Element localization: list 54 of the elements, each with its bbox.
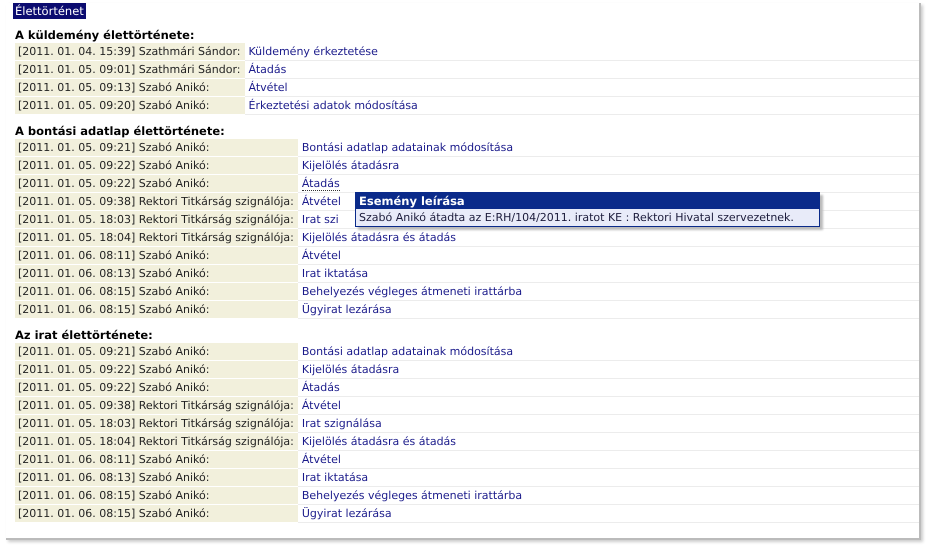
event-stamp: [2011. 01. 05. 09:13] Szabó Anikó: bbox=[15, 78, 245, 96]
event-stamp: [2011. 01. 05. 18:04] Rektori Titkárság szignálója: bbox=[15, 228, 298, 246]
event-link[interactable]: Kijelölés átadásra bbox=[302, 159, 400, 172]
event-link[interactable]: Átadás bbox=[302, 381, 340, 394]
event-link[interactable]: Irat iktatása bbox=[302, 267, 368, 280]
event-stamp: [2011. 01. 05. 09:22] Szabó Anikó: bbox=[15, 156, 298, 174]
event-link[interactable]: Ügyirat lezárása bbox=[302, 507, 392, 520]
event-stamp: [2011. 01. 05. 09:20] Szabó Anikó: bbox=[15, 96, 245, 114]
event-link[interactable]: Kijelölés átadásra bbox=[302, 363, 400, 376]
event-link[interactable]: Bontási adatlap adatainak módosítása bbox=[302, 141, 514, 154]
event-stamp: [2011. 01. 05. 09:01] Szathmári Sándor: bbox=[15, 60, 245, 78]
event-stamp: [2011. 01. 05. 09:22] Szabó Anikó: bbox=[15, 360, 298, 378]
event-link[interactable]: Irat szi bbox=[302, 213, 339, 226]
event-stamp: [2011. 01. 05. 09:22] Szabó Anikó: bbox=[15, 378, 298, 396]
event-stamp: [2011. 01. 06. 08:15] Szabó Anikó: bbox=[15, 504, 298, 522]
event-link[interactable]: Behelyezés végleges átmeneti irattárba bbox=[302, 489, 522, 502]
event-link[interactable]: Behelyezés végleges átmeneti irattárba bbox=[302, 285, 522, 298]
event-link[interactable]: Átvétel bbox=[248, 81, 288, 94]
event-stamp: [2011. 01. 05. 18:04] Rektori Titkárság szignálója: bbox=[15, 432, 298, 450]
event-stamp: [2011. 01. 05. 09:21] Szabó Anikó: bbox=[15, 343, 298, 360]
event-stamp: [2011. 01. 06. 08:15] Szabó Anikó: bbox=[15, 282, 298, 300]
event-stamp: [2011. 01. 06. 08:15] Szabó Anikó: bbox=[15, 300, 298, 318]
event-stamp: [2011. 01. 06. 08:15] Szabó Anikó: bbox=[15, 486, 298, 504]
event-link[interactable]: Átvétel bbox=[302, 453, 341, 466]
event-link[interactable]: Átvétel bbox=[302, 399, 341, 412]
event-link[interactable]: Átadás bbox=[302, 177, 340, 191]
event-link[interactable]: Átadás bbox=[248, 63, 286, 76]
panel-title: Élettörténet bbox=[13, 3, 86, 19]
event-stamp: [2011. 01. 05. 09:38] Rektori Titkárság szignálója: bbox=[15, 192, 298, 210]
tooltip-text: Szabó Anikó átadta az E:RH/104/2011. iratot KE : Rektori Hivatal szervezetnek. bbox=[358, 210, 795, 226]
section-heading: A küldemény élettörténete: bbox=[15, 28, 196, 42]
event-link[interactable]: Irat iktatása bbox=[302, 471, 368, 484]
event-link[interactable]: Kijelölés átadásra és átadás bbox=[302, 435, 456, 448]
event-stamp: [2011. 01. 05. 18:03] Rektori Titkárság szignálója: bbox=[15, 414, 298, 432]
event-stamp: [2011. 01. 04. 15:39] Szathmári Sándor: bbox=[15, 43, 245, 60]
event-link[interactable]: Irat szignálása bbox=[302, 417, 382, 430]
event-link[interactable]: Átvétel bbox=[302, 249, 341, 262]
event-stamp: [2011. 01. 06. 08:11] Szabó Anikó: bbox=[15, 246, 298, 264]
event-link[interactable]: Érkeztetési adatok módosítása bbox=[248, 99, 418, 112]
event-stamp: [2011. 01. 05. 09:21] Szabó Anikó: bbox=[15, 139, 298, 156]
event-stamp: [2011. 01. 05. 09:38] Rektori Titkárság szignálója: bbox=[15, 396, 298, 414]
event-stamp: [2011. 01. 06. 08:11] Szabó Anikó: bbox=[15, 450, 298, 468]
event-link[interactable]: Átvétel bbox=[302, 195, 341, 208]
event-stamp: [2011. 01. 05. 18:03] Rektori Titkárság szignálója: bbox=[15, 210, 298, 228]
section-heading: A bontási adatlap élettörténete: bbox=[15, 124, 226, 138]
event-link[interactable]: Kijelölés átadásra és átadás bbox=[302, 231, 456, 244]
tooltip-title: Esemény leírása bbox=[356, 193, 819, 209]
section-heading: Az irat élettörténete: bbox=[15, 328, 154, 342]
event-stamp: [2011. 01. 06. 08:13] Szabó Anikó: bbox=[15, 468, 298, 486]
event-link[interactable]: Küldemény érkeztetése bbox=[248, 45, 378, 58]
event-link[interactable]: Bontási adatlap adatainak módosítása bbox=[302, 345, 514, 358]
event-stamp: [2011. 01. 05. 09:22] Szabó Anikó: bbox=[15, 174, 298, 192]
event-stamp: [2011. 01. 06. 08:13] Szabó Anikó: bbox=[15, 264, 298, 282]
event-link[interactable]: Ügyirat lezárása bbox=[302, 303, 392, 316]
